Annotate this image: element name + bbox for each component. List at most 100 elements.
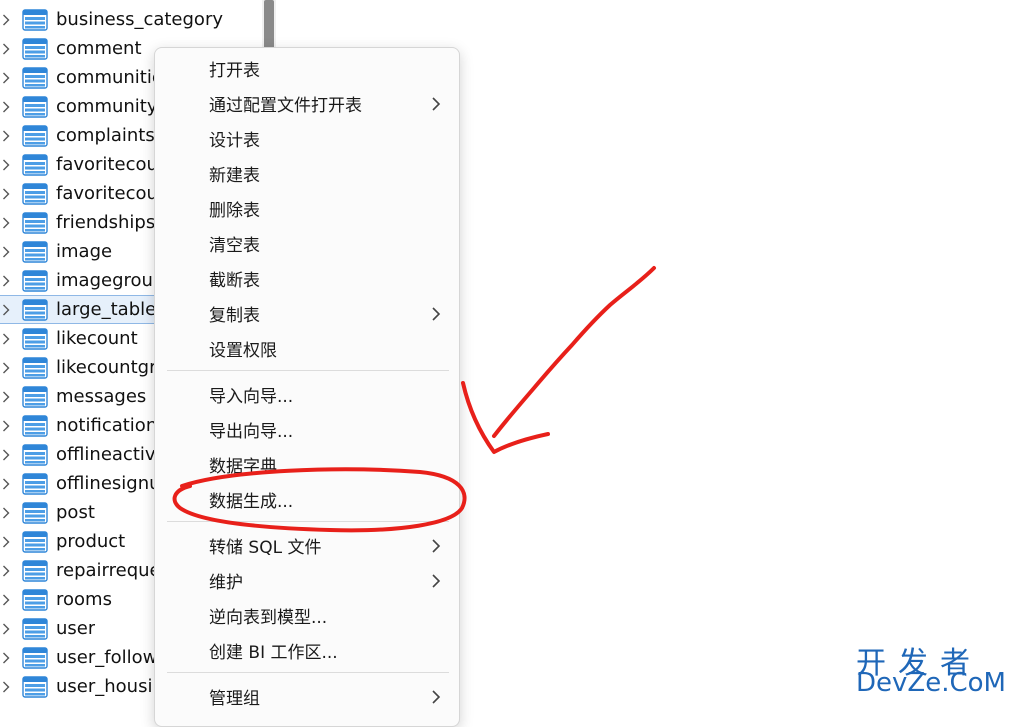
tree-item-label: friendships xyxy=(56,212,156,233)
tree-item-label: user xyxy=(56,618,96,639)
table-icon xyxy=(22,269,48,292)
chevron-right-icon[interactable] xyxy=(2,477,12,491)
menu-item-4[interactable]: 删除表 xyxy=(155,191,459,226)
menu-item-9[interactable]: 导入向导... xyxy=(155,377,459,412)
table-icon xyxy=(22,414,48,437)
menu-item-label: 设计表 xyxy=(209,131,260,151)
chevron-right-icon[interactable] xyxy=(2,593,12,607)
chevron-right-icon[interactable] xyxy=(2,303,12,317)
chevron-right-icon[interactable] xyxy=(2,71,12,85)
tree-item-label: notification xyxy=(56,415,158,436)
menu-item-label: 设置权限 xyxy=(209,341,277,361)
tree-item-label: messages xyxy=(56,386,147,407)
tree-item-label: rooms xyxy=(56,589,112,610)
table-icon xyxy=(22,8,48,31)
tree-item-label: favoritecou xyxy=(56,154,158,175)
chevron-right-icon[interactable] xyxy=(2,100,12,114)
chevron-right-icon[interactable] xyxy=(2,419,12,433)
menu-item-17[interactable]: 管理组 xyxy=(155,679,459,714)
tree-item-label: community xyxy=(56,96,158,117)
tree-item-label: image xyxy=(56,241,113,262)
chevron-right-icon[interactable] xyxy=(2,274,12,288)
menu-item-label: 数据字典... xyxy=(209,457,294,477)
tree-item-label: user_follow xyxy=(56,647,158,668)
tree-item-label: product xyxy=(56,531,126,552)
menu-item-11[interactable]: 数据字典... xyxy=(155,447,459,482)
tree-item-label: comment xyxy=(56,38,142,59)
tree-item-label: likecount xyxy=(56,328,138,349)
menu-separator xyxy=(167,370,449,371)
tree-item-label: large_table xyxy=(56,299,157,320)
table-icon xyxy=(22,211,48,234)
menu-item-15[interactable]: 逆向表到模型... xyxy=(155,598,459,633)
tree-item-table[interactable]: business_category xyxy=(0,5,260,34)
menu-item-2[interactable]: 设计表 xyxy=(155,121,459,156)
menu-separator xyxy=(167,521,449,522)
tree-item-label: favoritecou xyxy=(56,183,158,204)
chevron-right-icon[interactable] xyxy=(2,158,12,172)
menu-item-13[interactable]: 转储 SQL 文件 xyxy=(155,528,459,563)
chevron-right-icon[interactable] xyxy=(2,216,12,230)
menu-item-10[interactable]: 导出向导... xyxy=(155,412,459,447)
submenu-arrow-icon xyxy=(432,690,441,704)
submenu-arrow-icon xyxy=(432,307,441,321)
menu-item-7[interactable]: 复制表 xyxy=(155,296,459,331)
chevron-right-icon[interactable] xyxy=(2,622,12,636)
chevron-right-icon[interactable] xyxy=(2,129,12,143)
menu-item-label: 清空表 xyxy=(209,236,260,256)
tree-item-label: user_housir xyxy=(56,676,160,697)
tree-item-label: likecountgr xyxy=(56,357,157,378)
table-icon xyxy=(22,356,48,379)
table-icon xyxy=(22,617,48,640)
tree-item-label: offlinesignu xyxy=(56,473,161,494)
chevron-right-icon[interactable] xyxy=(2,187,12,201)
menu-item-label: 通过配置文件打开表 xyxy=(209,96,362,116)
table-icon xyxy=(22,182,48,205)
menu-item-8[interactable]: 设置权限 xyxy=(155,331,459,366)
table-icon xyxy=(22,298,48,321)
chevron-right-icon[interactable] xyxy=(2,506,12,520)
watermark-logo: 开发者 DevZe.CoM xyxy=(856,638,1006,700)
menu-item-label: 创建 BI 工作区... xyxy=(209,643,338,663)
chevron-right-icon[interactable] xyxy=(2,245,12,259)
chevron-right-icon[interactable] xyxy=(2,448,12,462)
chevron-right-icon[interactable] xyxy=(2,680,12,694)
table-icon xyxy=(22,153,48,176)
menu-item-12[interactable]: 数据生成... xyxy=(155,482,459,517)
menu-item-label: 导入向导... xyxy=(209,387,294,407)
chevron-right-icon[interactable] xyxy=(2,390,12,404)
menu-item-5[interactable]: 清空表 xyxy=(155,226,459,261)
menu-item-16[interactable]: 创建 BI 工作区... xyxy=(155,633,459,668)
chevron-right-icon[interactable] xyxy=(2,651,12,665)
chevron-right-icon[interactable] xyxy=(2,42,12,56)
menu-item-0[interactable]: 打开表 xyxy=(155,51,459,86)
table-icon xyxy=(22,559,48,582)
submenu-arrow-icon xyxy=(432,574,441,588)
menu-item-label: 打开表 xyxy=(209,61,260,81)
table-icon xyxy=(22,588,48,611)
menu-item-label: 新建表 xyxy=(209,166,260,186)
table-icon xyxy=(22,66,48,89)
menu-item-label: 复制表 xyxy=(209,306,260,326)
chevron-right-icon[interactable] xyxy=(2,535,12,549)
menu-item-6[interactable]: 截断表 xyxy=(155,261,459,296)
table-icon xyxy=(22,443,48,466)
tree-item-label: repairreque xyxy=(56,560,161,581)
tree-item-label: communitie xyxy=(56,67,163,88)
menu-item-14[interactable]: 维护 xyxy=(155,563,459,598)
chevron-right-icon[interactable] xyxy=(2,332,12,346)
chevron-right-icon[interactable] xyxy=(2,564,12,578)
chevron-right-icon[interactable] xyxy=(2,361,12,375)
table-icon xyxy=(22,327,48,350)
submenu-arrow-icon xyxy=(432,97,441,111)
menu-item-3[interactable]: 新建表 xyxy=(155,156,459,191)
menu-item-label: 管理组 xyxy=(209,689,260,709)
table-icon xyxy=(22,501,48,524)
table-icon xyxy=(22,646,48,669)
chevron-right-icon[interactable] xyxy=(2,13,12,27)
menu-item-1[interactable]: 通过配置文件打开表 xyxy=(155,86,459,121)
table-icon xyxy=(22,385,48,408)
menu-item-label: 数据生成... xyxy=(209,492,294,512)
menu-item-label: 逆向表到模型... xyxy=(209,608,328,628)
annotation-arrow-shaft xyxy=(492,266,656,438)
